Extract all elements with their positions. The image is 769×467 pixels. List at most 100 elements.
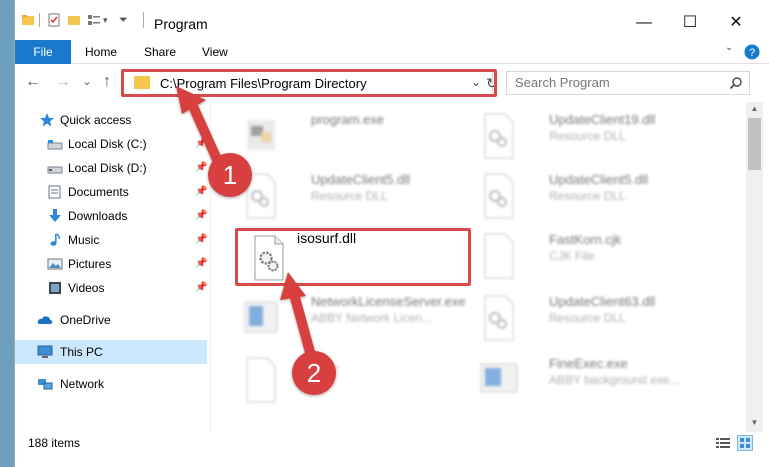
help-icon[interactable]: ? xyxy=(743,43,761,61)
navigation-pane: Quick access Local Disk (C:) 📌 Local Dis… xyxy=(15,102,211,432)
file-item[interactable]: program.exe xyxy=(233,106,473,168)
callout-badge: 2 xyxy=(292,351,336,395)
large-icons-view-icon[interactable] xyxy=(737,435,753,451)
up-button[interactable]: ↑ xyxy=(97,72,117,92)
file-name: UpdateClient63.dll xyxy=(549,294,656,309)
recent-locations-button[interactable]: ⌄ xyxy=(77,72,97,92)
sidebar-item-local-disk-d[interactable]: Local Disk (D:) 📌 xyxy=(15,156,207,180)
sidebar-item-local-disk-c[interactable]: Local Disk (C:) 📌 xyxy=(15,132,207,156)
sidebar-item-downloads[interactable]: Downloads 📌 xyxy=(15,204,207,228)
back-button[interactable]: ← xyxy=(23,72,43,92)
pin-icon[interactable]: 📌 xyxy=(195,258,207,269)
sidebar-item-network[interactable]: Network xyxy=(15,372,207,396)
sidebar-item-quick-access[interactable]: Quick access xyxy=(15,108,207,132)
ribbon-expand-icon[interactable]: ⌄ xyxy=(725,42,733,53)
file-type: Resource DLL xyxy=(549,189,626,203)
dll-icon xyxy=(484,295,514,341)
dll-icon xyxy=(484,173,514,219)
exe-icon xyxy=(247,120,275,150)
star-icon xyxy=(40,113,54,127)
pin-icon[interactable]: 📌 xyxy=(195,210,207,221)
details-view-icon[interactable] xyxy=(715,435,731,451)
sidebar-item-label: Documents xyxy=(68,185,129,199)
explorer-window: ▾ ⏷ Program — ☐ ✕ File Home Share View ⌄… xyxy=(14,0,769,467)
file-item[interactable]: UpdateClient5.dll Resource DLL xyxy=(233,166,473,228)
file-name: program.exe xyxy=(311,112,384,127)
qa-customize-dropdown-icon[interactable]: ⏷ xyxy=(119,14,133,28)
sidebar-item-music[interactable]: Music 📌 xyxy=(15,228,207,252)
pin-icon[interactable]: 📌 xyxy=(195,234,207,245)
file-type: ABBY Network Licen... xyxy=(311,311,433,325)
file-item[interactable]: NetworkLicenseServer.exe ABBY Network Li… xyxy=(233,288,473,350)
documents-icon xyxy=(48,185,61,199)
file-icon xyxy=(484,233,514,279)
file-icon xyxy=(246,357,276,403)
maximize-button[interactable]: ☐ xyxy=(668,8,712,38)
file-item[interactable]: UpdateClient5.dll Resource DLL xyxy=(471,166,711,228)
scroll-thumb[interactable] xyxy=(748,118,761,170)
sidebar-item-pictures[interactable]: Pictures 📌 xyxy=(15,252,207,276)
file-item[interactable]: UpdateClient63.dll Resource DLL xyxy=(471,288,711,350)
drive-icon xyxy=(47,166,63,174)
close-button[interactable]: ✕ xyxy=(714,8,758,38)
network-icon xyxy=(38,379,53,390)
pin-icon[interactable]: 📌 xyxy=(195,162,207,173)
pin-icon[interactable]: 📌 xyxy=(195,138,207,149)
pictures-icon xyxy=(47,258,63,270)
minimize-button[interactable]: — xyxy=(622,8,666,38)
file-type: CJK File xyxy=(549,249,595,263)
pin-icon[interactable]: 📌 xyxy=(195,282,207,293)
exe-icon xyxy=(244,301,278,333)
cloud-icon xyxy=(37,316,53,324)
window-title: Program xyxy=(154,16,208,32)
file-name: UpdateClient19.dll xyxy=(549,112,656,127)
file-name: UpdateClient5.dll xyxy=(549,172,649,187)
sidebar-item-documents[interactable]: Documents 📌 xyxy=(15,180,207,204)
file-item[interactable]: FastKorn.cjk CJK File xyxy=(471,226,711,288)
search-icon[interactable] xyxy=(729,76,743,90)
sidebar-item-label: OneDrive xyxy=(60,313,111,327)
title-bar: ▾ ⏷ Program — ☐ ✕ xyxy=(15,0,769,40)
download-icon xyxy=(49,209,61,222)
search-box[interactable] xyxy=(506,71,750,95)
sidebar-item-label: This PC xyxy=(60,345,103,359)
file-name: FastKorn.cjk xyxy=(549,232,622,247)
customize-icon[interactable] xyxy=(87,13,101,27)
sidebar-item-label: Music xyxy=(68,233,100,247)
svg-text:?: ? xyxy=(749,47,755,59)
scroll-up-icon[interactable]: ▲ xyxy=(746,104,763,116)
sidebar-item-label: Pictures xyxy=(68,257,112,271)
file-type: Resource DLL xyxy=(549,129,626,143)
forward-button[interactable]: → xyxy=(53,72,73,92)
sidebar-item-label: Videos xyxy=(68,281,105,295)
sidebar-item-videos[interactable]: Videos 📌 xyxy=(15,276,207,300)
pin-icon[interactable]: 📌 xyxy=(195,186,207,197)
address-highlight-box xyxy=(121,69,497,97)
properties-icon[interactable] xyxy=(47,13,61,27)
exe-icon xyxy=(480,363,518,393)
music-icon xyxy=(50,233,60,246)
dll-icon xyxy=(484,113,514,159)
scroll-down-icon[interactable]: ▼ xyxy=(746,418,763,430)
tab-home[interactable]: Home xyxy=(85,40,117,64)
new-folder-icon[interactable] xyxy=(67,13,81,27)
title-separator xyxy=(143,12,144,28)
status-bar: 188 items xyxy=(15,432,769,454)
sidebar-item-onedrive[interactable]: OneDrive xyxy=(15,308,207,332)
tab-share[interactable]: Share xyxy=(144,40,176,64)
qa-dropdown-icon[interactable]: ▾ xyxy=(103,15,117,29)
file-item[interactable]: FineExec.exe ABBY background exe... xyxy=(471,350,711,412)
sidebar-item-label: Quick access xyxy=(60,113,132,127)
search-input[interactable] xyxy=(515,75,725,90)
tab-file[interactable]: File xyxy=(15,40,71,64)
sidebar-item-this-pc[interactable]: This PC xyxy=(15,340,207,364)
file-name: UpdateClient5.dll xyxy=(311,172,411,187)
tab-view[interactable]: View xyxy=(202,40,228,64)
file-item[interactable]: gfd... CP... xyxy=(233,350,473,412)
navigation-bar: ← → ⌄ ↑ C:\Program Files\Program Directo… xyxy=(15,64,769,102)
vertical-scrollbar[interactable]: ▲ ▼ xyxy=(746,102,763,432)
file-type: Resource DLL xyxy=(549,311,626,325)
folder-icon[interactable] xyxy=(21,13,35,27)
videos-icon xyxy=(49,282,61,294)
file-item[interactable]: UpdateClient19.dll Resource DLL xyxy=(471,106,711,168)
